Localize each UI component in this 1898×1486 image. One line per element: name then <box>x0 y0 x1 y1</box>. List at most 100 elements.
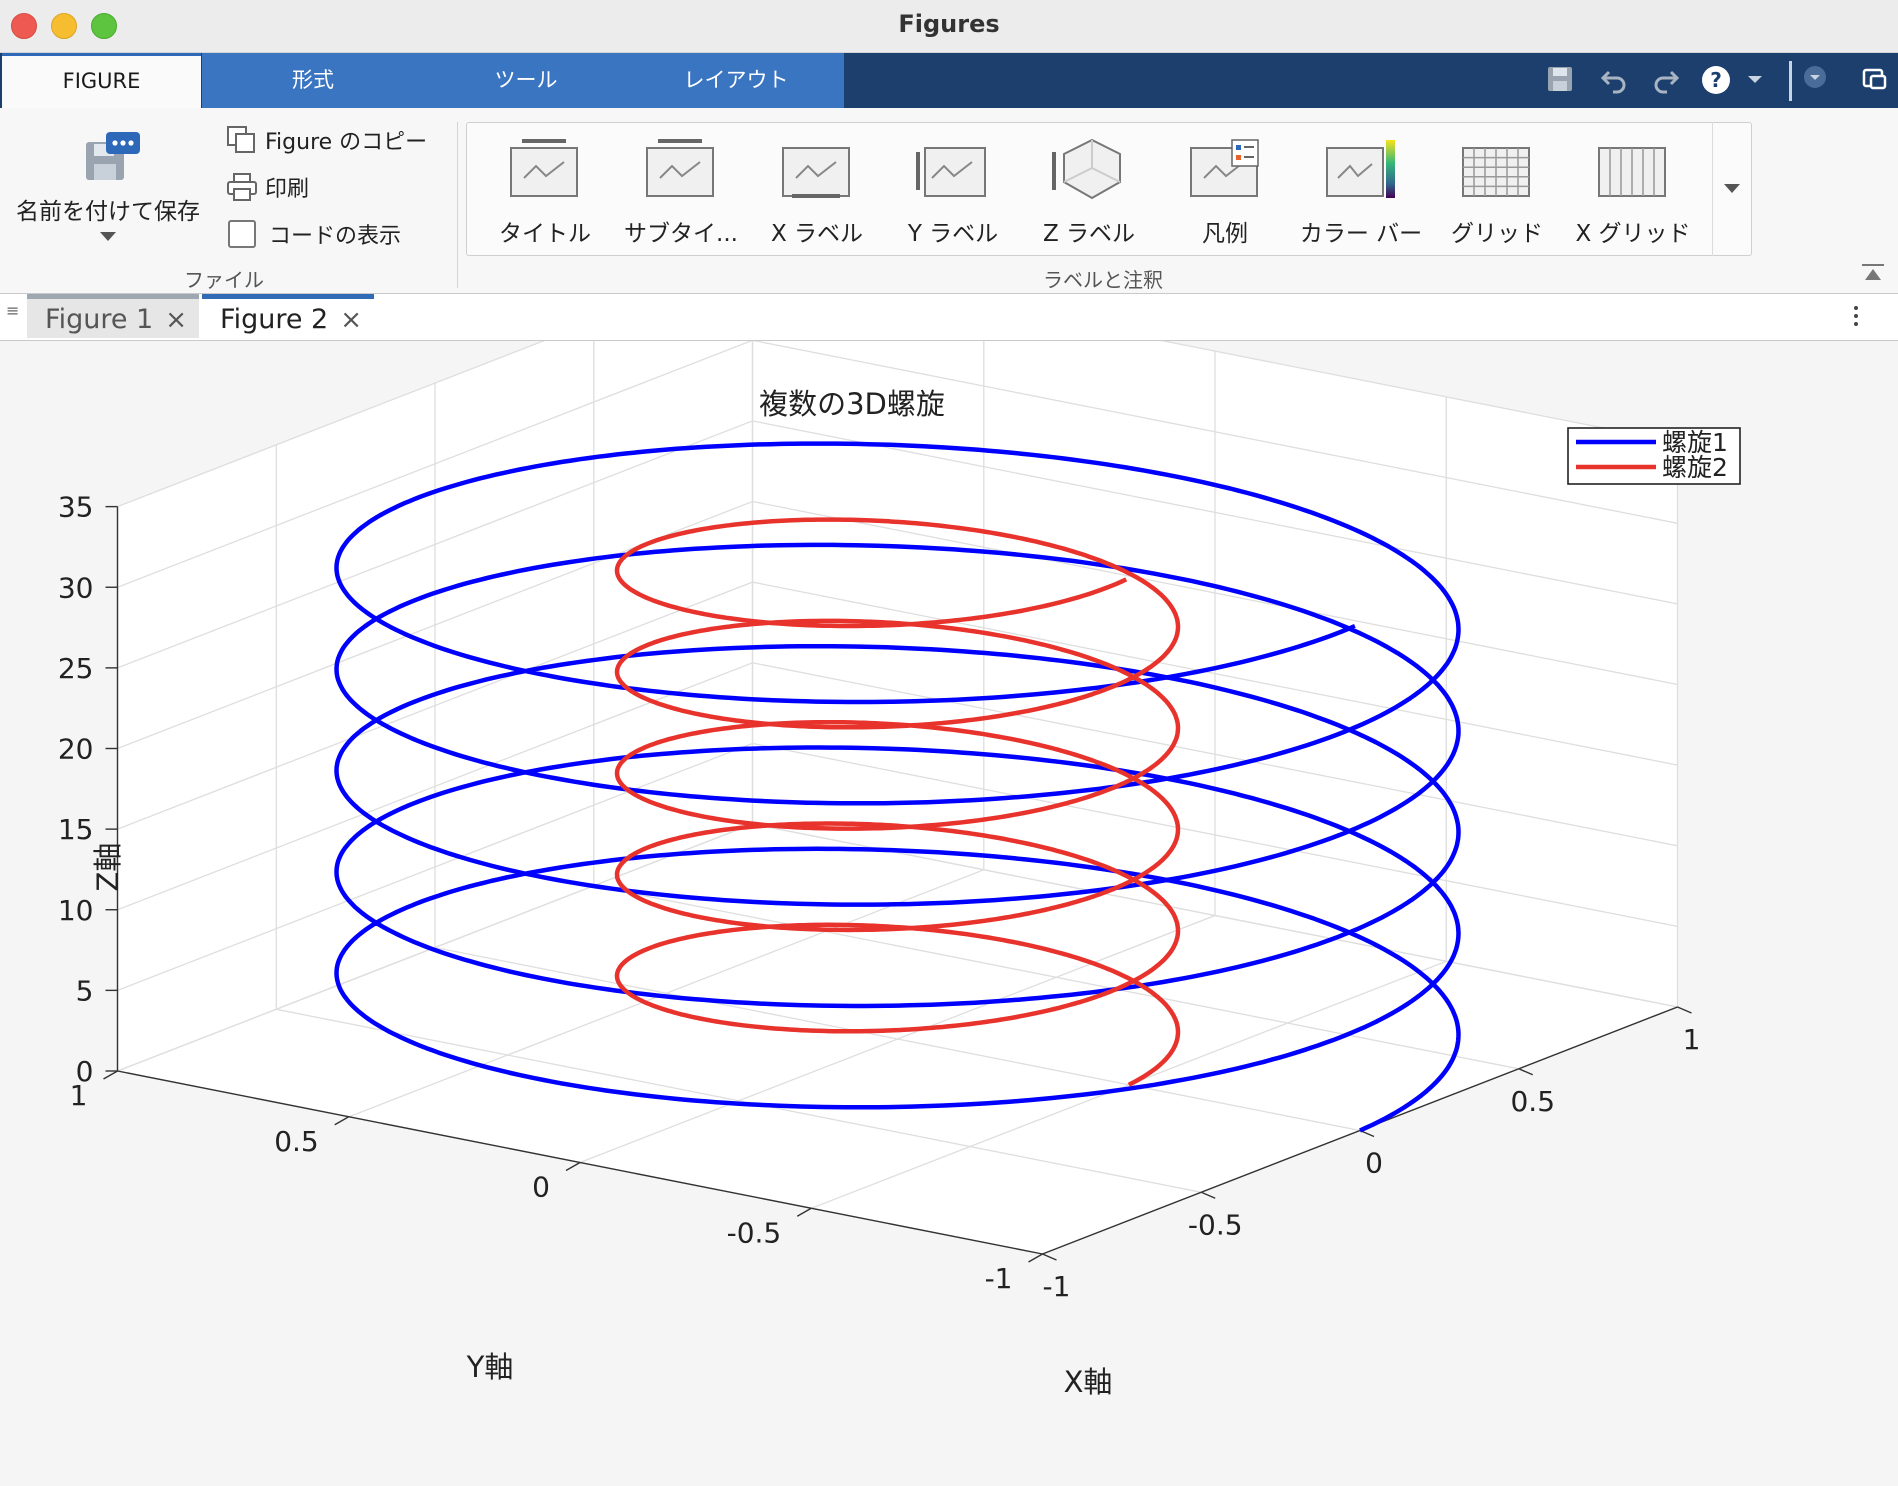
save-as-button[interactable]: 名前を付けて保存 <box>8 124 208 252</box>
legend-icon <box>1190 139 1259 197</box>
close-tab-icon[interactable]: × <box>340 299 362 341</box>
z-tick-label: 10 <box>58 894 94 927</box>
labels-section-label: ラベルと注釈 <box>1043 268 1163 292</box>
save-icon[interactable] <box>1542 64 1578 98</box>
show-code-checkbox[interactable] <box>228 220 256 248</box>
figure-tab-bar: ≡ Figure 1 × Figure 2 × <box>0 294 1898 341</box>
y-tick-label: -0.5 <box>727 1216 782 1249</box>
save-as-label: 名前を付けて保存 <box>16 199 200 225</box>
tab-label: Figure 1 <box>45 304 154 335</box>
y-tick <box>334 1116 350 1126</box>
label-tool-text: カラー バー <box>1299 221 1423 247</box>
tab-format[interactable]: 形式 <box>202 53 424 108</box>
x-tick-label: 0.5 <box>1510 1085 1555 1118</box>
tab-bar-grip-icon[interactable]: ≡ <box>6 303 19 326</box>
legend-entry: 螺旋2 <box>1662 453 1728 482</box>
x-tick <box>1677 1006 1692 1014</box>
window-title: Figures <box>898 10 1000 38</box>
x-axis-label: X軸 <box>1064 1365 1113 1399</box>
label-tool-text: X ラベル <box>770 221 864 247</box>
label-tool-7[interactable]: グリッド <box>1436 126 1558 252</box>
chart-title: 複数の3D螺旋 <box>759 387 945 421</box>
y-tick-label: 1 <box>70 1079 88 1112</box>
copy-figure-button[interactable]: Figure のコピー <box>226 124 427 156</box>
label-tool-text: サブタイ... <box>624 221 738 247</box>
tab-layout[interactable]: レイアウト <box>628 53 844 108</box>
help-dropdown-icon[interactable] <box>1740 64 1770 98</box>
print-button[interactable]: 印刷 <box>226 171 309 203</box>
tab-tools[interactable]: ツール <box>424 53 628 108</box>
title-icon <box>510 139 578 197</box>
z-tick-label: 35 <box>58 491 94 524</box>
copy-figure-label: Figure のコピー <box>265 130 428 155</box>
label-tool-text: 凡例 <box>1202 221 1248 247</box>
figure-canvas[interactable]: 05101520253035-1-0.500.51-1-0.500.51Z軸Y軸… <box>0 341 1898 1486</box>
window-titlebar: Figures <box>0 0 1898 53</box>
label-tool-1[interactable]: サブタイ... <box>620 126 742 252</box>
label-tool-0[interactable]: タイトル <box>484 126 606 252</box>
copy-icon <box>227 126 255 153</box>
save-as-icon <box>86 132 140 180</box>
more-options-icon[interactable] <box>1850 302 1862 332</box>
y-tick-label: 0 <box>532 1171 550 1204</box>
undo-icon[interactable] <box>1596 64 1632 98</box>
printer-icon <box>227 173 257 201</box>
file-section-label: ファイル <box>184 268 264 292</box>
x-tick-label: -0.5 <box>1188 1208 1243 1241</box>
label-tool-4[interactable]: Z ラベル <box>1028 126 1150 252</box>
label-tool-2[interactable]: X ラベル <box>756 126 878 252</box>
xgrid-icon <box>1598 147 1666 197</box>
y-axis-label: Y軸 <box>466 1350 514 1384</box>
xlabel-icon <box>782 147 850 198</box>
y-tick <box>1028 1253 1043 1263</box>
z-tick-label: 15 <box>58 813 94 846</box>
chevron-down-icon <box>100 232 116 241</box>
z-tick-label: 30 <box>58 571 94 604</box>
collapse-ribbon-icon[interactable] <box>1862 264 1884 286</box>
x-tick <box>1518 1068 1534 1076</box>
label-tool-text: Z ラベル <box>1042 221 1136 247</box>
label-tool-6[interactable]: カラー バー <box>1300 126 1422 252</box>
zlabel-icon <box>1052 138 1121 200</box>
x-tick <box>1200 1191 1216 1199</box>
tab-figure-1[interactable]: Figure 1 × <box>27 294 199 338</box>
label-tool-text: X グリッド <box>1575 221 1691 247</box>
redo-icon[interactable] <box>1648 64 1684 98</box>
help-icon[interactable]: ? <box>1698 64 1734 98</box>
svg-text:?: ? <box>1710 68 1722 92</box>
show-code-label: コードの表示 <box>269 224 402 249</box>
y-tick-label: -1 <box>985 1262 1013 1295</box>
minimize-toolstrip-icon[interactable] <box>1800 64 1830 98</box>
label-tool-3[interactable]: Y ラベル <box>892 126 1014 252</box>
undock-icon[interactable] <box>1858 64 1892 98</box>
label-tool-text: タイトル <box>499 221 591 247</box>
toolbar-divider <box>1789 61 1792 101</box>
x-tick-label: 0 <box>1365 1147 1383 1180</box>
y-tick <box>796 1207 812 1217</box>
y-tick-label: 0.5 <box>274 1125 319 1158</box>
tab-figure-2[interactable]: Figure 2 × <box>202 294 374 338</box>
label-tool-text: グリッド <box>1451 221 1543 247</box>
tab-label: Figure 2 <box>220 304 329 335</box>
label-tool-8[interactable]: X グリッド <box>1572 126 1694 252</box>
gallery-expand-icon[interactable] <box>1712 122 1751 256</box>
z-tick-label: 5 <box>76 974 94 1007</box>
label-tool-text: Y ラベル <box>907 221 999 247</box>
close-tab-icon[interactable]: × <box>165 299 187 341</box>
x-tick-label: -1 <box>1043 1270 1071 1303</box>
y-tick <box>103 1070 118 1080</box>
x-tick <box>1042 1253 1057 1261</box>
section-divider <box>457 122 458 288</box>
colorbar-icon <box>1326 140 1395 198</box>
y-tick <box>565 1161 581 1172</box>
z-axis-label: Z軸 <box>91 843 125 892</box>
label-tool-5[interactable]: 凡例 <box>1164 126 1286 252</box>
x-tick-label: 1 <box>1683 1023 1701 1056</box>
show-code-toggle[interactable]: コードの表示 <box>226 218 401 250</box>
ylabel-icon <box>916 147 986 197</box>
print-label: 印刷 <box>265 177 310 202</box>
z-tick-label: 25 <box>58 652 94 685</box>
tab-figure[interactable]: FIGURE <box>2 53 201 108</box>
z-tick-label: 20 <box>58 733 94 766</box>
subtitle-icon <box>646 139 714 197</box>
